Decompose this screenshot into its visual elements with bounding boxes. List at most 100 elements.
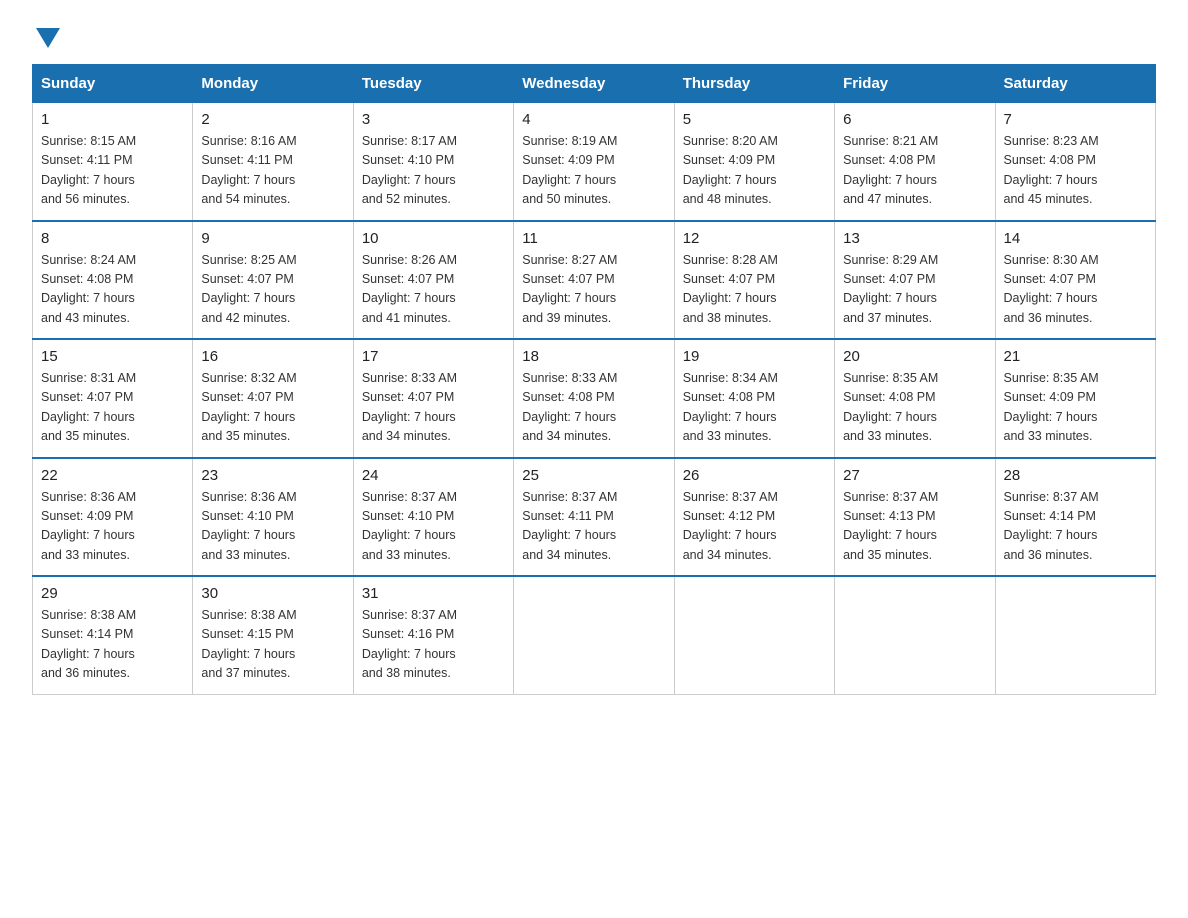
day-number: 15 bbox=[41, 348, 184, 365]
calendar-cell: 22Sunrise: 8:36 AMSunset: 4:09 PMDayligh… bbox=[33, 458, 193, 577]
page-header bbox=[32, 24, 1156, 44]
calendar-cell: 21 Sunrise: 8:35 AMSunset: 4:09 PMDayligh… bbox=[995, 339, 1155, 458]
calendar-cell: 8 Sunrise: 8:24 AMSunset: 4:08 PMDaylight… bbox=[33, 221, 193, 340]
day-number: 29 bbox=[41, 585, 184, 602]
weekday-header-monday: Monday bbox=[193, 65, 353, 103]
day-info: Sunrise: 8:21 AMSunset: 4:08 PMDaylight:… bbox=[843, 134, 938, 206]
calendar-cell: 28Sunrise: 8:37 AMSunset: 4:14 PMDayligh… bbox=[995, 458, 1155, 577]
calendar-cell: 3 Sunrise: 8:17 AMSunset: 4:10 PMDaylight… bbox=[353, 103, 513, 221]
logo bbox=[32, 24, 60, 44]
day-info: Sunrise: 8:31 AMSunset: 4:07 PMDaylight:… bbox=[41, 371, 136, 443]
calendar-cell: 24Sunrise: 8:37 AMSunset: 4:10 PMDayligh… bbox=[353, 458, 513, 577]
calendar-cell: 27 Sunrise: 8:37 AMSunset: 4:13 PMDayligh… bbox=[835, 458, 995, 577]
calendar-cell bbox=[514, 576, 674, 694]
day-number: 21 bbox=[1004, 348, 1147, 365]
day-info: Sunrise: 8:30 AMSunset: 4:07 PMDaylight:… bbox=[1004, 253, 1099, 325]
weekday-header-thursday: Thursday bbox=[674, 65, 834, 103]
day-number: 4 bbox=[522, 111, 665, 128]
day-number: 8 bbox=[41, 230, 184, 247]
calendar-cell: 31 Sunrise: 8:37 AMSunset: 4:16 PMDayligh… bbox=[353, 576, 513, 694]
calendar-cell bbox=[674, 576, 834, 694]
calendar-week-row: 1 Sunrise: 8:15 AMSunset: 4:11 PMDaylight… bbox=[33, 103, 1156, 221]
calendar-week-row: 8 Sunrise: 8:24 AMSunset: 4:08 PMDaylight… bbox=[33, 221, 1156, 340]
calendar-cell: 23Sunrise: 8:36 AMSunset: 4:10 PMDayligh… bbox=[193, 458, 353, 577]
day-info: Sunrise: 8:35 AMSunset: 4:08 PMDaylight:… bbox=[843, 371, 938, 443]
day-info: Sunrise: 8:37 AMSunset: 4:13 PMDaylight:… bbox=[843, 490, 938, 562]
day-info: Sunrise: 8:20 AMSunset: 4:09 PMDaylight:… bbox=[683, 134, 778, 206]
day-number: 1 bbox=[41, 111, 184, 128]
day-info: Sunrise: 8:36 AMSunset: 4:09 PMDaylight:… bbox=[41, 490, 136, 562]
day-number: 3 bbox=[362, 111, 505, 128]
day-info: Sunrise: 8:27 AMSunset: 4:07 PMDaylight:… bbox=[522, 253, 617, 325]
calendar-week-row: 29 Sunrise: 8:38 AMSunset: 4:14 PMDayligh… bbox=[33, 576, 1156, 694]
calendar-cell: 6 Sunrise: 8:21 AMSunset: 4:08 PMDaylight… bbox=[835, 103, 995, 221]
calendar-cell: 14 Sunrise: 8:30 AMSunset: 4:07 PMDayligh… bbox=[995, 221, 1155, 340]
day-info: Sunrise: 8:19 AMSunset: 4:09 PMDaylight:… bbox=[522, 134, 617, 206]
calendar-cell bbox=[995, 576, 1155, 694]
day-info: Sunrise: 8:23 AMSunset: 4:08 PMDaylight:… bbox=[1004, 134, 1099, 206]
calendar-week-row: 15 Sunrise: 8:31 AMSunset: 4:07 PMDayligh… bbox=[33, 339, 1156, 458]
calendar-cell: 18 Sunrise: 8:33 AMSunset: 4:08 PMDayligh… bbox=[514, 339, 674, 458]
day-info: Sunrise: 8:16 AMSunset: 4:11 PMDaylight:… bbox=[201, 134, 296, 206]
day-info: Sunrise: 8:37 AMSunset: 4:10 PMDaylight:… bbox=[362, 490, 457, 562]
weekday-header-sunday: Sunday bbox=[33, 65, 193, 103]
calendar-header: SundayMondayTuesdayWednesdayThursdayFrid… bbox=[33, 65, 1156, 103]
calendar-week-row: 22Sunrise: 8:36 AMSunset: 4:09 PMDayligh… bbox=[33, 458, 1156, 577]
day-info: Sunrise: 8:34 AMSunset: 4:08 PMDaylight:… bbox=[683, 371, 778, 443]
day-number: 18 bbox=[522, 348, 665, 365]
weekday-header-friday: Friday bbox=[835, 65, 995, 103]
day-info: Sunrise: 8:35 AMSunset: 4:09 PMDaylight:… bbox=[1004, 371, 1099, 443]
calendar-cell: 16 Sunrise: 8:32 AMSunset: 4:07 PMDayligh… bbox=[193, 339, 353, 458]
day-number: 7 bbox=[1004, 111, 1147, 128]
calendar-cell: 1 Sunrise: 8:15 AMSunset: 4:11 PMDaylight… bbox=[33, 103, 193, 221]
calendar-cell: 25Sunrise: 8:37 AMSunset: 4:11 PMDayligh… bbox=[514, 458, 674, 577]
day-number: 31 bbox=[362, 585, 505, 602]
calendar-cell: 30Sunrise: 8:38 AMSunset: 4:15 PMDayligh… bbox=[193, 576, 353, 694]
calendar-body: 1 Sunrise: 8:15 AMSunset: 4:11 PMDaylight… bbox=[33, 103, 1156, 695]
calendar-cell: 4 Sunrise: 8:19 AMSunset: 4:09 PMDaylight… bbox=[514, 103, 674, 221]
calendar-cell: 11 Sunrise: 8:27 AMSunset: 4:07 PMDayligh… bbox=[514, 221, 674, 340]
day-number: 16 bbox=[201, 348, 344, 365]
day-number: 10 bbox=[362, 230, 505, 247]
day-number: 23 bbox=[201, 467, 344, 484]
day-number: 2 bbox=[201, 111, 344, 128]
day-info: Sunrise: 8:33 AMSunset: 4:08 PMDaylight:… bbox=[522, 371, 617, 443]
day-info: Sunrise: 8:32 AMSunset: 4:07 PMDaylight:… bbox=[201, 371, 296, 443]
calendar-cell bbox=[835, 576, 995, 694]
calendar-cell: 9Sunrise: 8:25 AMSunset: 4:07 PMDaylight… bbox=[193, 221, 353, 340]
day-number: 13 bbox=[843, 230, 986, 247]
day-info: Sunrise: 8:38 AMSunset: 4:14 PMDaylight:… bbox=[41, 608, 136, 680]
day-number: 19 bbox=[683, 348, 826, 365]
calendar-cell: 17Sunrise: 8:33 AMSunset: 4:07 PMDayligh… bbox=[353, 339, 513, 458]
day-info: Sunrise: 8:17 AMSunset: 4:10 PMDaylight:… bbox=[362, 134, 457, 206]
calendar-cell: 29 Sunrise: 8:38 AMSunset: 4:14 PMDayligh… bbox=[33, 576, 193, 694]
day-info: Sunrise: 8:29 AMSunset: 4:07 PMDaylight:… bbox=[843, 253, 938, 325]
day-number: 5 bbox=[683, 111, 826, 128]
day-number: 20 bbox=[843, 348, 986, 365]
calendar-cell: 13 Sunrise: 8:29 AMSunset: 4:07 PMDayligh… bbox=[835, 221, 995, 340]
day-number: 14 bbox=[1004, 230, 1147, 247]
day-info: Sunrise: 8:26 AMSunset: 4:07 PMDaylight:… bbox=[362, 253, 457, 325]
day-number: 26 bbox=[683, 467, 826, 484]
day-info: Sunrise: 8:37 AMSunset: 4:16 PMDaylight:… bbox=[362, 608, 457, 680]
day-info: Sunrise: 8:37 AMSunset: 4:11 PMDaylight:… bbox=[522, 490, 617, 562]
logo-triangle-icon bbox=[36, 28, 60, 48]
day-number: 11 bbox=[522, 230, 665, 247]
day-number: 30 bbox=[201, 585, 344, 602]
weekday-header-saturday: Saturday bbox=[995, 65, 1155, 103]
calendar-cell: 15 Sunrise: 8:31 AMSunset: 4:07 PMDayligh… bbox=[33, 339, 193, 458]
day-number: 27 bbox=[843, 467, 986, 484]
day-info: Sunrise: 8:24 AMSunset: 4:08 PMDaylight:… bbox=[41, 253, 136, 325]
weekday-header-tuesday: Tuesday bbox=[353, 65, 513, 103]
day-number: 6 bbox=[843, 111, 986, 128]
calendar-cell: 10 Sunrise: 8:26 AMSunset: 4:07 PMDayligh… bbox=[353, 221, 513, 340]
calendar-cell: 12 Sunrise: 8:28 AMSunset: 4:07 PMDayligh… bbox=[674, 221, 834, 340]
day-info: Sunrise: 8:37 AMSunset: 4:12 PMDaylight:… bbox=[683, 490, 778, 562]
calendar-cell: 26 Sunrise: 8:37 AMSunset: 4:12 PMDayligh… bbox=[674, 458, 834, 577]
calendar-cell: 2 Sunrise: 8:16 AMSunset: 4:11 PMDaylight… bbox=[193, 103, 353, 221]
day-number: 12 bbox=[683, 230, 826, 247]
day-info: Sunrise: 8:15 AMSunset: 4:11 PMDaylight:… bbox=[41, 134, 136, 206]
day-info: Sunrise: 8:28 AMSunset: 4:07 PMDaylight:… bbox=[683, 253, 778, 325]
logo-top bbox=[32, 24, 60, 48]
day-number: 17 bbox=[362, 348, 505, 365]
